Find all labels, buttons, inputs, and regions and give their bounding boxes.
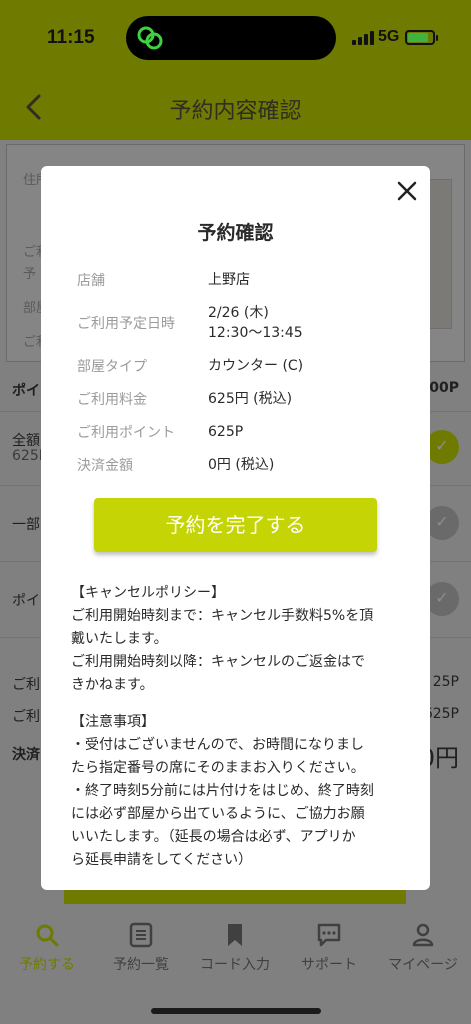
radio-unchecked-icon[interactable] <box>425 506 459 540</box>
summary-value: 25P <box>432 674 459 690</box>
detail-value: 2/26 (木) <box>208 305 269 321</box>
detail-label: 部屋タイプ <box>77 359 147 375</box>
radio-checked-icon[interactable] <box>425 430 459 464</box>
tab-label: サポート <box>301 957 357 973</box>
summary-label: ご利 <box>12 709 40 725</box>
detail-value-time: 12:30〜13:45 <box>208 325 303 341</box>
row-label: ポイ <box>12 593 40 609</box>
network-type: 5G <box>378 28 400 45</box>
bookmark-icon <box>228 924 242 946</box>
row-label: 全額 <box>12 433 40 449</box>
dynamic-island <box>126 16 336 60</box>
user-icon <box>412 923 434 947</box>
detail-value: 625P <box>208 424 244 440</box>
home-indicator <box>151 1008 321 1014</box>
note-line: ・受付はございませんので、お時間になりまし <box>71 737 365 753</box>
tab-support[interactable]: サポート <box>282 922 376 974</box>
tab-label: マイページ <box>388 957 458 973</box>
policy-line: ご利用開始時刻まで：キャンセル手数料5%を頂 <box>71 608 374 624</box>
row-label: ポイ <box>12 383 40 399</box>
note-line: いいたします。（延長の場合は必ず、アプリか <box>71 829 356 845</box>
tab-label: 予約一覧 <box>113 957 169 973</box>
close-icon[interactable] <box>394 178 420 204</box>
summary-label: ご利 <box>12 677 40 693</box>
note-line: には必ず部屋から出ているように、ご協力お願 <box>71 806 365 822</box>
detail-value: 625円 (税込) <box>208 391 293 407</box>
note-line: ・終了時刻5分前には片付けをはじめ、終了時刻 <box>71 783 374 799</box>
tab-label: 予約する <box>19 957 75 973</box>
list-icon <box>129 922 153 948</box>
tab-code-input[interactable]: コード入力 <box>188 922 282 974</box>
detail-label: 決済金額 <box>77 458 133 474</box>
tab-reserve[interactable]: 予約する <box>0 922 94 974</box>
detail-label: ご利用ポイント <box>77 425 175 441</box>
policy-line: ご利用開始時刻以降：キャンセルのご返金はで <box>71 654 365 670</box>
reservation-confirm-dialog: 予約確認 店舗 上野店 ご利用予定日時 2/26 (木) 12:30〜13:45… <box>41 166 430 890</box>
dialog-title: 予約確認 <box>197 222 274 244</box>
summary-label: 決済 <box>12 747 40 763</box>
detail-value: カウンター (C) <box>208 358 304 374</box>
radio-unchecked-icon[interactable] <box>425 582 459 616</box>
bottom-tab-bar: 予約する 予約一覧 コード入力 サポート マイページ <box>0 904 471 1024</box>
battery-level <box>408 33 429 42</box>
detail-label: ご利用料金 <box>77 392 147 408</box>
note-line: たら指定番号の席にそのままお入りください。 <box>71 760 365 776</box>
status-time: 11:15 <box>47 27 95 48</box>
app-header: 予約内容確認 <box>0 78 471 140</box>
chat-icon <box>317 923 341 947</box>
page-title: 予約内容確認 <box>169 99 302 124</box>
cancel-policy-heading: 【キャンセルポリシー】 <box>71 585 225 601</box>
status-bar: 11:15 5G <box>0 0 471 78</box>
cellular-signal-icon <box>352 31 374 45</box>
detail-value: 0円 (税込) <box>208 457 275 473</box>
detail-label: ご利用予定日時 <box>77 316 175 332</box>
notes-heading: 【注意事項】 <box>71 714 155 730</box>
policy-line: きかねます。 <box>71 677 154 693</box>
app-activity-icon <box>137 26 163 50</box>
info-label: 予 <box>23 267 37 282</box>
tab-reservation-list[interactable]: 予約一覧 <box>94 922 188 974</box>
cancel-policy: 【キャンセルポリシー】 ご利用開始時刻まで：キャンセル手数料5%を頂 戴いたしま… <box>71 582 405 697</box>
battery-icon <box>405 30 438 45</box>
complete-reservation-button[interactable]: 予約を完了する <box>94 498 377 552</box>
policy-line: 戴いたします。 <box>71 631 168 647</box>
row-label: 一部 <box>12 517 40 533</box>
detail-label: 店舗 <box>77 273 105 289</box>
tab-mypage[interactable]: マイページ <box>376 922 470 974</box>
search-icon <box>36 924 59 947</box>
row-value: 00P <box>429 380 459 396</box>
detail-value: 上野店 <box>208 272 250 288</box>
tab-label: コード入力 <box>200 957 270 973</box>
notes: 【注意事項】 ・受付はございませんので、お時間になりまし たら指定番号の席にその… <box>71 711 405 872</box>
note-line: ら延長申請をしてください） <box>71 852 253 868</box>
